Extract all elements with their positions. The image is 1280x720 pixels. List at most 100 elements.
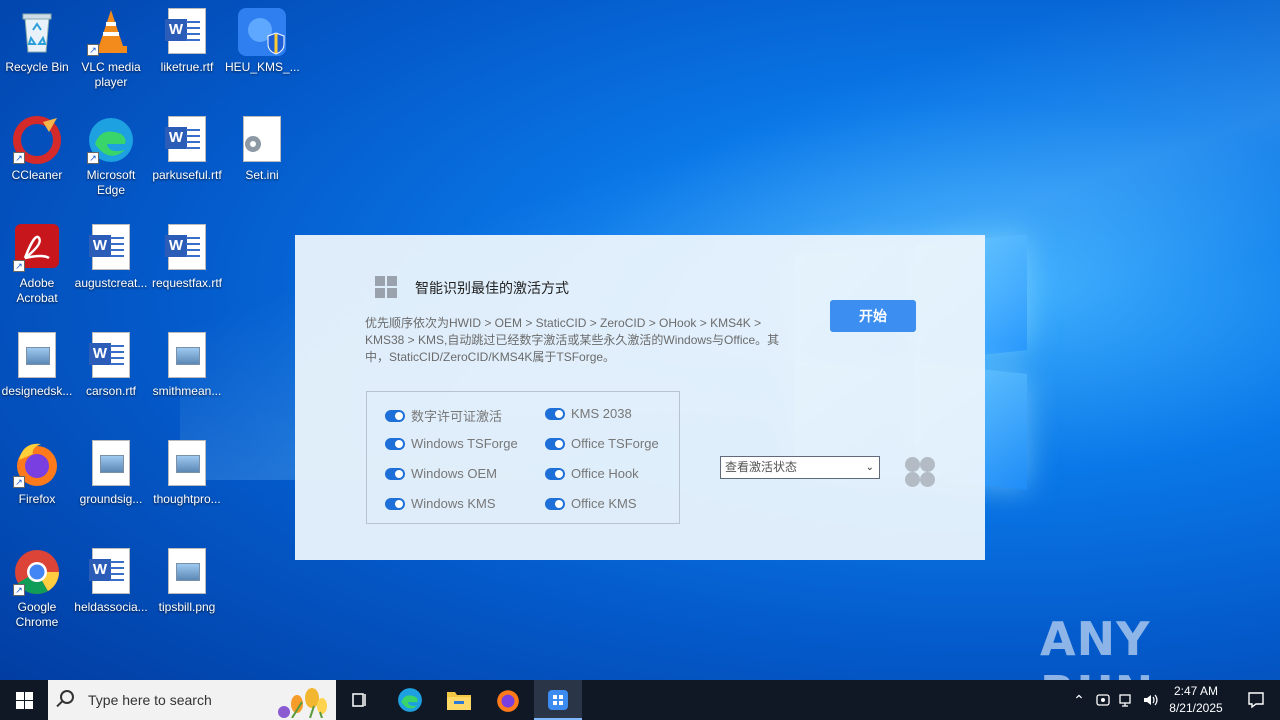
- desktop-icon-liketrue[interactable]: W liketrue.rtf: [150, 8, 224, 75]
- start-button[interactable]: [0, 680, 48, 720]
- desktop-icon-firefox[interactable]: ↗ Firefox: [0, 440, 74, 507]
- clock-date: 8/21/2025: [1169, 701, 1223, 715]
- network-button[interactable]: [1116, 680, 1138, 720]
- activation-status-select[interactable]: 查看激活状态 ⌄: [720, 456, 880, 479]
- desktop-icon-ccleaner[interactable]: ↗ CCleaner: [0, 116, 74, 183]
- toggle-switch[interactable]: [385, 497, 405, 510]
- edge-icon: [398, 688, 422, 712]
- desktop-icon-label: designedsk...: [1, 384, 73, 398]
- desktop-icon-label: CCleaner: [11, 168, 63, 182]
- desktop-icon-edge[interactable]: ↗ Microsoft Edge: [74, 116, 148, 198]
- task-view-button[interactable]: [336, 680, 384, 720]
- toggle-switch[interactable]: [545, 467, 565, 480]
- taskbar-search-box[interactable]: Type here to search: [48, 680, 336, 720]
- desktop-icon-vlc[interactable]: ↗ VLC media player: [74, 8, 148, 90]
- shortcut-arrow-icon: ↗: [87, 152, 99, 164]
- shortcut-arrow-icon: ↗: [13, 476, 25, 488]
- taskbar-file-explorer-button[interactable]: [435, 680, 483, 720]
- settings-file-icon: [238, 116, 286, 164]
- option-windows-oem[interactable]: Windows OEM: [385, 466, 497, 481]
- desktop-icon-label: heldassocia...: [74, 600, 148, 614]
- folder-icon: [447, 692, 471, 710]
- option-office-kms[interactable]: Office KMS: [545, 496, 637, 511]
- clock-time: 2:47 AM: [1173, 684, 1219, 698]
- heu-kms-icon: [238, 8, 286, 56]
- desktop-icon-label: groundsig...: [79, 492, 143, 506]
- desktop-icon-thoughtpro[interactable]: thoughtpro...: [150, 440, 224, 507]
- desktop-icon-label: thoughtpro...: [153, 492, 221, 506]
- toggle-switch[interactable]: [385, 409, 405, 422]
- ccleaner-icon: ↗: [13, 116, 61, 164]
- recycle-bin-icon: [13, 8, 61, 56]
- image-file-icon: [163, 440, 211, 488]
- desktop-icon-chrome[interactable]: ↗ Google Chrome: [0, 548, 74, 630]
- windows-logo-icon: [375, 276, 397, 298]
- desktop-icon-acrobat[interactable]: ↗ Adobe Acrobat: [0, 224, 74, 306]
- word-document-icon: W: [87, 548, 135, 596]
- show-hidden-icons-button[interactable]: ⌃: [1068, 680, 1090, 720]
- image-file-icon: [163, 548, 211, 596]
- desktop-icon-set-ini[interactable]: Set.ini: [225, 116, 299, 183]
- taskbar-heu-kms-button[interactable]: [534, 680, 582, 720]
- firefox-icon: [497, 690, 519, 712]
- edge-icon: ↗: [87, 116, 135, 164]
- desktop-icon-parkuseful[interactable]: W parkuseful.rtf: [150, 116, 224, 183]
- taskbar: Type here to search ⌃ 2:47 AM 8/21/2025: [0, 680, 1280, 720]
- clover-icon[interactable]: [905, 457, 935, 487]
- start-button[interactable]: 开始: [830, 300, 916, 332]
- tray-app-button[interactable]: [1092, 680, 1114, 720]
- word-document-icon: W: [163, 116, 211, 164]
- chevron-up-icon: ⌃: [1073, 692, 1085, 708]
- desktop-icon-recycle-bin[interactable]: Recycle Bin: [0, 8, 74, 75]
- option-windows-tsforge[interactable]: Windows TSForge: [385, 436, 518, 451]
- desktop-icon-tipsbill[interactable]: tipsbill.png: [150, 548, 224, 615]
- option-office-hook[interactable]: Office Hook: [545, 466, 639, 481]
- word-document-icon: W: [87, 224, 135, 272]
- desktop-icon-augustcreat[interactable]: W augustcreat...: [74, 224, 148, 291]
- shortcut-arrow-icon: ↗: [13, 584, 25, 596]
- network-icon: [1119, 694, 1131, 707]
- option-label: 数字许可证激活: [411, 409, 503, 424]
- option-label: Windows KMS: [411, 496, 496, 511]
- search-icon: [60, 690, 74, 704]
- desktop-icon-heu-kms[interactable]: HEU_KMS_...: [225, 8, 300, 75]
- desktop-icon-carson[interactable]: W carson.rtf: [74, 332, 148, 399]
- toggle-switch[interactable]: [545, 437, 565, 450]
- desktop-icon-designedsk[interactable]: designedsk...: [0, 332, 74, 399]
- vlc-cone-icon: ↗: [87, 8, 135, 56]
- option-office-tsforge[interactable]: Office TSForge: [545, 436, 659, 451]
- taskbar-firefox-button[interactable]: [484, 680, 532, 720]
- chrome-icon: ↗: [13, 548, 61, 596]
- option-label: Office TSForge: [571, 436, 659, 451]
- task-view-icon: [352, 693, 366, 707]
- notification-icon: [1248, 692, 1264, 709]
- toggle-switch[interactable]: [545, 497, 565, 510]
- shortcut-arrow-icon: ↗: [87, 44, 99, 56]
- desktop-icon-groundsig[interactable]: groundsig...: [74, 440, 148, 507]
- desktop-icon-label: HEU_KMS_...: [225, 60, 300, 74]
- option-digital-license[interactable]: 数字许可证激活: [385, 406, 502, 425]
- image-file-icon: [87, 440, 135, 488]
- taskbar-clock[interactable]: 2:47 AM 8/21/2025: [1158, 683, 1234, 717]
- desktop-icon-label: Set.ini: [245, 168, 279, 182]
- option-kms-2038[interactable]: KMS 2038: [545, 406, 632, 421]
- desktop-icon-label: liketrue.rtf: [160, 60, 214, 74]
- word-document-icon: W: [87, 332, 135, 380]
- desktop-icon-smithmean[interactable]: smithmean...: [150, 332, 224, 399]
- toggle-switch[interactable]: [385, 437, 405, 450]
- panel-title: 智能识别最佳的激活方式: [415, 280, 569, 296]
- option-windows-kms[interactable]: Windows KMS: [385, 496, 496, 511]
- action-center-button[interactable]: [1236, 680, 1276, 720]
- search-highlight-flowers-icon: [278, 688, 327, 718]
- desktop-icon-label: tipsbill.png: [158, 600, 216, 614]
- desktop-icon-heldassocia[interactable]: W heldassocia...: [74, 548, 148, 615]
- taskbar-edge-button[interactable]: [386, 680, 434, 720]
- windows-start-icon: [16, 692, 24, 700]
- desktop-icon-label: requestfax.rtf: [151, 276, 223, 290]
- tray-app-icon: [1096, 694, 1110, 706]
- image-file-icon: [163, 332, 211, 380]
- toggle-switch[interactable]: [385, 467, 405, 480]
- select-value: 查看激活状态: [725, 460, 798, 474]
- toggle-switch[interactable]: [545, 407, 565, 420]
- desktop-icon-requestfax[interactable]: W requestfax.rtf: [150, 224, 224, 291]
